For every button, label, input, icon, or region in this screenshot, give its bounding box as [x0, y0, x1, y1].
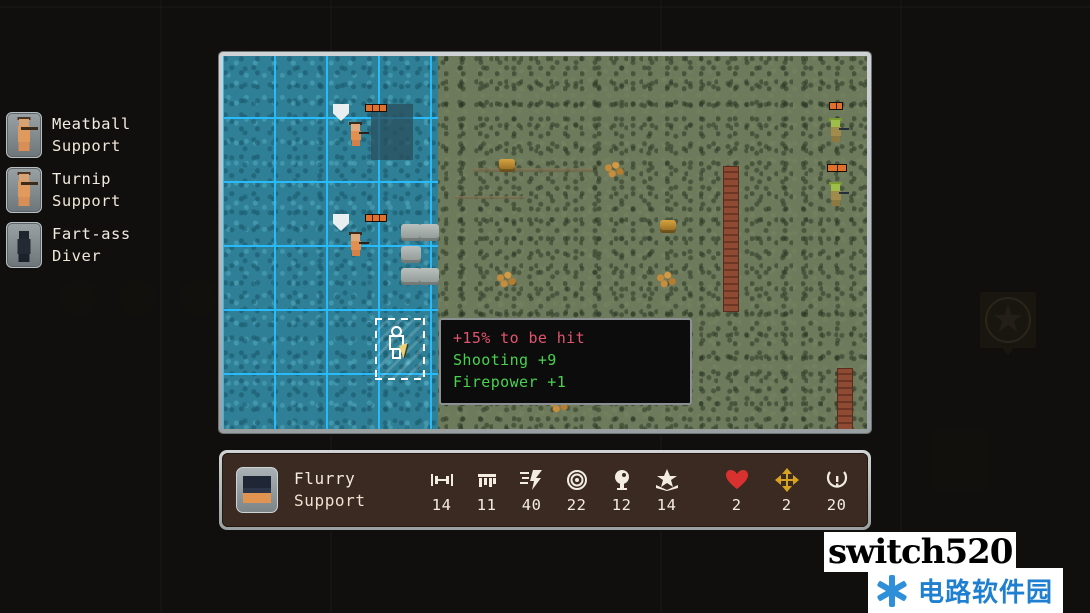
backdrop-shape [930, 430, 990, 490]
stat-value: 14 [431, 495, 452, 514]
heart-icon [725, 467, 748, 493]
stat-speed[interactable]: 40 [518, 467, 546, 514]
secondary-stats-group: 2 2 20 [723, 467, 851, 514]
roster-unit-name: Meatball [52, 115, 131, 133]
stat-value: 11 [476, 495, 497, 514]
accuracy-icon [566, 467, 588, 493]
watermark-site-name: 电路软件园 [918, 578, 1054, 608]
health-bar [829, 102, 843, 110]
brick-wall [837, 368, 853, 429]
ruin-prop [371, 104, 413, 160]
backdrop-line [900, 0, 902, 613]
stat-value: 22 [566, 495, 587, 514]
stone-prop [419, 268, 439, 285]
soldier-portrait-icon[interactable] [6, 112, 42, 158]
primary-stats-group: 14 11 40 22 12 14 [428, 467, 681, 514]
brick-wall [723, 166, 739, 312]
health-bar [827, 164, 847, 172]
stat-health[interactable]: 2 [723, 467, 751, 514]
roster-item-1[interactable]: Turnip Support [0, 163, 220, 217]
roster-item-2[interactable]: Fart-ass Diver [0, 218, 220, 272]
selected-unit-role: Support [294, 491, 366, 510]
site-watermark: switch520 电路软件园 [824, 532, 1064, 613]
stat-brain[interactable]: 12 [608, 467, 636, 514]
stat-value: 20 [826, 495, 847, 514]
hit-chance-tooltip: +15% to be hit Shooting +9 Firepower +1 [439, 318, 692, 406]
tooltip-line-0: +15% to be hit [453, 329, 586, 347]
health-bar [365, 214, 387, 222]
stat-value: 2 [781, 495, 792, 514]
bravery-icon [476, 467, 498, 493]
rock-prop [660, 220, 676, 233]
snowflake-logo-icon [874, 573, 910, 609]
strength-icon [430, 467, 454, 493]
brain-icon [611, 467, 633, 493]
road-prop [455, 196, 525, 199]
backdrop-line [0, 6, 1090, 8]
rock-prop [499, 159, 515, 172]
roster-item-0[interactable]: Meatball Support [0, 108, 220, 162]
bush-prop [603, 161, 625, 178]
stat-movement[interactable]: 2 [773, 467, 801, 514]
friendly-unit-sprite[interactable] [347, 120, 369, 146]
watermark-brand-text: switch520 [828, 532, 1013, 572]
stone-prop [401, 224, 421, 241]
health-bar [365, 104, 387, 112]
stat-value: 14 [656, 495, 677, 514]
selected-unit-portrait-icon[interactable] [236, 467, 278, 513]
diver-portrait-icon[interactable] [6, 222, 42, 268]
stat-accuracy[interactable]: 22 [563, 467, 591, 514]
roster-unit-role: Diver [52, 247, 102, 265]
stat-time-units[interactable]: 20 [823, 467, 851, 514]
stat-value: 12 [611, 495, 632, 514]
watermark-brand: switch520 [824, 532, 1017, 572]
bush-prop [655, 271, 677, 288]
stat-strength[interactable]: 14 [428, 467, 456, 514]
map-frame: +15% to be hit Shooting +9 Firepower +1 [219, 52, 871, 433]
stone-prop [401, 268, 421, 285]
selected-unit-name: Flurry [294, 468, 356, 488]
roster-unit-role: Support [52, 137, 121, 155]
tooltip-line-2: Firepower +1 [453, 372, 567, 391]
enemy-unit-sprite[interactable] [827, 116, 849, 142]
backdrop-line [160, 0, 162, 613]
backdrop-shape [120, 280, 156, 316]
unit-roster-sidebar: Meatball Support Turnip Support Fart-ass… [0, 108, 220, 273]
stone-prop [419, 224, 439, 241]
selected-unit-bar: Flurry Support 14 11 40 22 12 14 2 2 20 [219, 450, 871, 530]
backdrop-shape [180, 280, 216, 316]
roster-unit-name: Turnip [52, 170, 111, 188]
soldier-portrait-icon[interactable] [6, 167, 42, 213]
rank-icon [655, 467, 679, 493]
stat-value: 2 [731, 495, 742, 514]
stat-bravery[interactable]: 11 [473, 467, 501, 514]
tooltip-line-1: Shooting +9 [453, 350, 557, 369]
time-icon [826, 467, 848, 493]
watermark-logo-row: 电路软件园 [868, 568, 1064, 613]
enemy-unit-sprite[interactable] [827, 180, 849, 206]
roster-unit-name: Fart-ass [52, 225, 131, 243]
stat-value: 40 [521, 495, 542, 514]
road-prop [473, 168, 593, 172]
backdrop-shape [60, 280, 96, 316]
star-badge-icon[interactable] [980, 292, 1036, 356]
speed-icon [519, 467, 544, 493]
battle-map[interactable]: +15% to be hit Shooting +9 Firepower +1 [223, 56, 867, 429]
selected-tile[interactable] [375, 318, 425, 380]
roster-unit-role: Support [52, 192, 121, 210]
bush-prop [495, 271, 517, 288]
stat-rank[interactable]: 14 [653, 467, 681, 514]
movement-icon [774, 467, 799, 493]
friendly-unit-sprite[interactable] [347, 230, 369, 256]
stone-prop [401, 246, 421, 263]
